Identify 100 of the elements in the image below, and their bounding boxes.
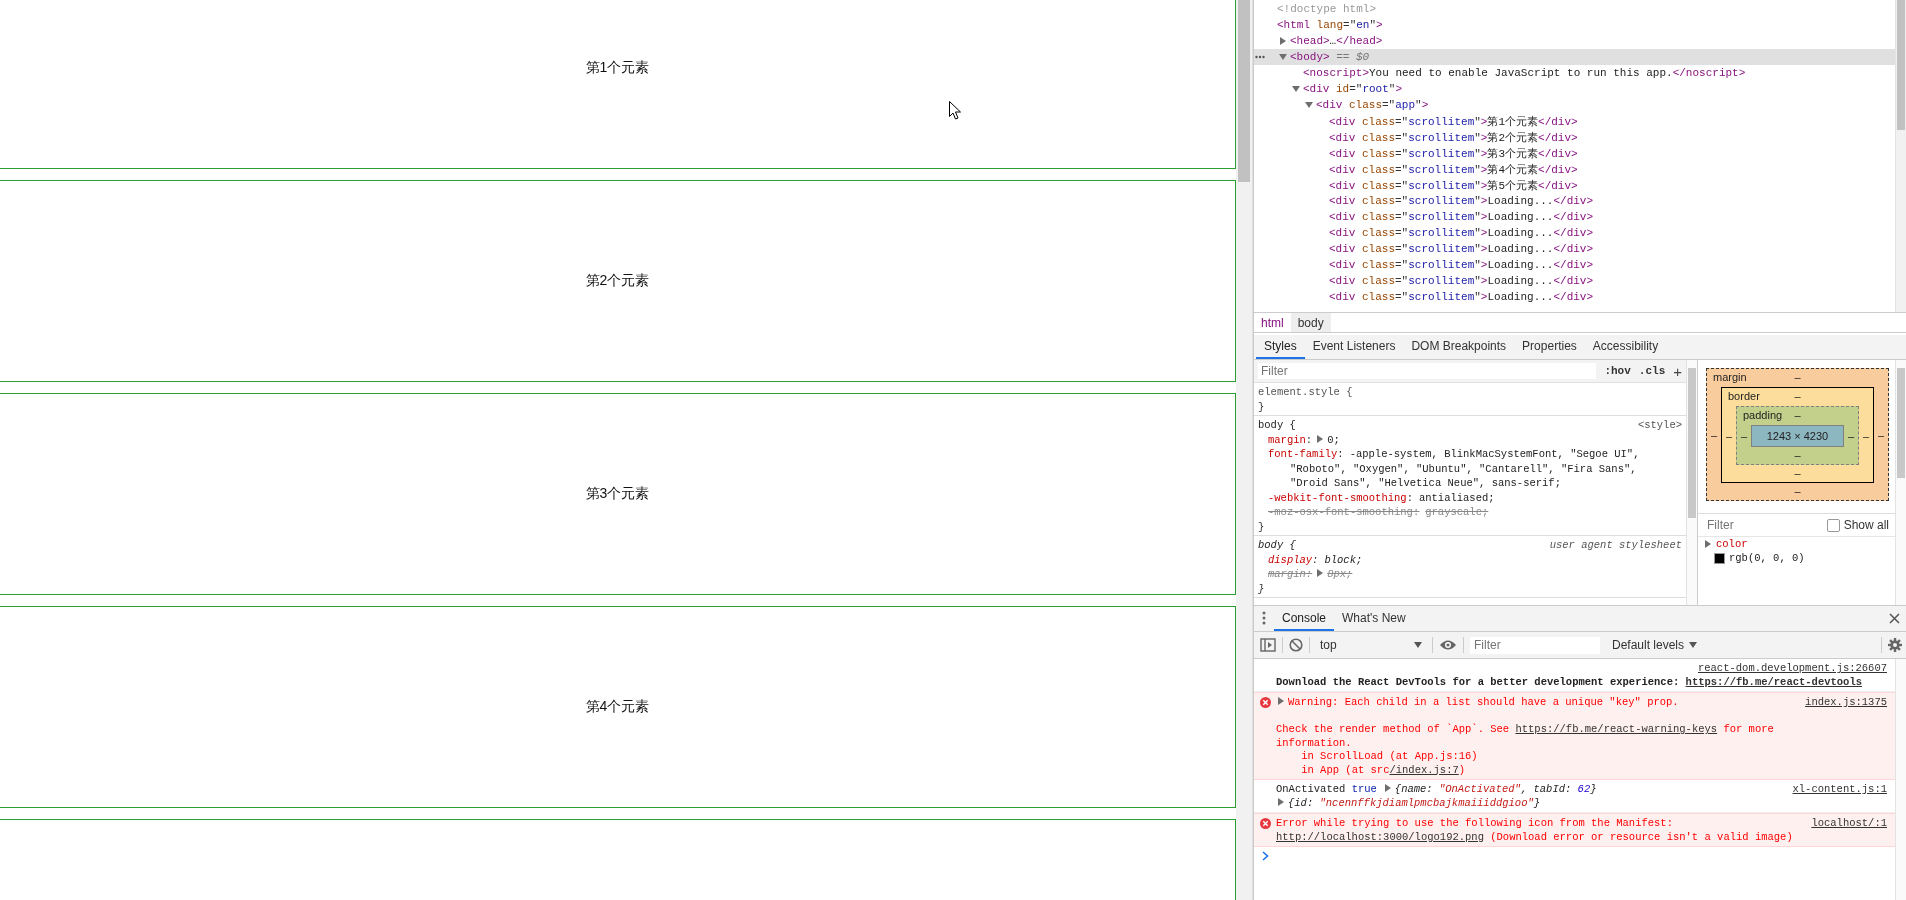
dom-node-row[interactable]: <div class="scrollitem">Loading...</div> xyxy=(1254,241,1895,257)
dom-node-text: <div class="scrollitem">Loading...</div> xyxy=(1329,211,1594,223)
eye-icon[interactable] xyxy=(1439,639,1457,651)
source-link[interactable]: localhost/:1 xyxy=(1811,817,1887,831)
breadcrumb[interactable]: body xyxy=(1290,313,1331,332)
expand-triangle-icon[interactable] xyxy=(1277,797,1285,806)
css-property-value: antialiased; xyxy=(1418,491,1495,504)
dom-node-text: <html lang="en"> xyxy=(1277,19,1383,31)
source-link[interactable]: react-dom.development.js:26607 xyxy=(1697,662,1887,674)
dom-node-row[interactable]: <body> == $0 xyxy=(1254,49,1895,65)
css-property-value: -apple-system, BlinkMacSystemFont, "Segoe UI", xyxy=(1349,448,1640,460)
expand-triangle-icon[interactable] xyxy=(1383,784,1392,792)
link[interactable]: https://fb.me/react-devtools xyxy=(1685,675,1862,688)
expand-triangle-icon[interactable] xyxy=(1279,53,1287,61)
dom-node-row[interactable]: <div class="scrollitem">Loading...</div> xyxy=(1254,209,1895,225)
css-selector: body { xyxy=(1258,418,1296,433)
dom-node-text: <div class="scrollitem">Loading...</div> xyxy=(1329,227,1594,239)
dom-node-row[interactable]: <div class="scrollitem">Loading...</div> xyxy=(1254,225,1895,241)
prompt-chevron-icon[interactable] xyxy=(1261,851,1269,861)
toggle-button[interactable]: :hov xyxy=(1604,365,1631,377)
error-icon xyxy=(1259,818,1271,829)
dom-node-text: <head>…</head> xyxy=(1290,35,1383,47)
expand-triangle-icon[interactable] xyxy=(1305,101,1313,109)
css-property-name: display: xyxy=(1268,553,1319,566)
item-label: 第4个元素 xyxy=(585,698,650,716)
dom-node-row[interactable]: <div id="root"> xyxy=(1254,81,1895,97)
dom-node-row[interactable]: <div class="scrollitem">Loading...</div> xyxy=(1254,257,1895,273)
show-all-checkbox[interactable]: Show all xyxy=(1826,518,1889,532)
source-link[interactable]: index.js:1375 xyxy=(1805,696,1887,710)
css-property-value: rgb(0, 0, 0) xyxy=(1729,552,1805,564)
caret-icon xyxy=(1689,642,1698,648)
clear-icon[interactable] xyxy=(1289,638,1303,652)
content-size-box: 1243 × 4230 xyxy=(1751,425,1844,447)
box-value: – xyxy=(1794,449,1801,461)
box-value: – xyxy=(1794,390,1801,404)
box-value: – xyxy=(1724,429,1734,442)
error-icon xyxy=(1259,697,1271,708)
panel-tab[interactable]: Accessibility xyxy=(1584,335,1667,359)
panel-tab[interactable]: Event Listeners xyxy=(1304,335,1404,359)
dom-node-row[interactable]: <head>…</head> xyxy=(1254,33,1895,49)
box-value: – xyxy=(1794,485,1801,497)
log-levels-dropdown[interactable]: Default levels xyxy=(1612,638,1698,652)
filter-field[interactable]: Filter xyxy=(1470,636,1600,654)
scrollbar-thumb[interactable] xyxy=(1897,0,1905,130)
link[interactable]: http://localhost:3000/logo192.png xyxy=(1276,830,1484,843)
box-value: – xyxy=(1794,467,1801,479)
cursor-icon xyxy=(949,101,961,120)
close-icon[interactable] xyxy=(1889,613,1900,624)
dom-node-text: <body> == $0 xyxy=(1290,51,1370,63)
scrollbar-thumb[interactable] xyxy=(1897,368,1905,478)
scrollbar-thumb[interactable] xyxy=(1688,368,1696,518)
dom-node-text: <div class="scrollitem">Loading...</div> xyxy=(1329,275,1594,287)
breadcrumb[interactable]: html xyxy=(1254,313,1291,332)
item-label: 第1个元素 xyxy=(585,59,650,77)
link[interactable]: /index.js:7 xyxy=(1389,763,1459,776)
dom-node-text: <div id="root"> xyxy=(1303,83,1403,95)
box-value: – xyxy=(1861,429,1871,442)
panel-tab[interactable]: DOM Breakpoints xyxy=(1403,335,1515,359)
css-property-name: -webkit-font-smoothing: xyxy=(1268,491,1413,504)
expand-triangle-icon[interactable] xyxy=(1277,697,1285,705)
stylesheet-source[interactable]: <style> xyxy=(1637,418,1682,433)
css-property-name: -moz-osx-font-smoothing: xyxy=(1268,506,1420,518)
dom-node-row[interactable]: <div class="scrollitem">第2个元素</div> xyxy=(1254,129,1895,145)
dom-node-row[interactable]: <div class="scrollitem">第3个元素</div> xyxy=(1254,145,1895,161)
sidebar-toggle-icon[interactable] xyxy=(1260,638,1276,652)
dom-node-text: <div class="scrollitem">第5个元素</div> xyxy=(1329,178,1578,193)
panel-tab[interactable]: Properties xyxy=(1514,335,1585,359)
expand-triangle-icon[interactable] xyxy=(1292,85,1300,93)
dom-node-row[interactable]: <div class="app"> xyxy=(1254,97,1895,113)
new-rule-button[interactable]: + xyxy=(1673,362,1682,380)
dom-node-row[interactable]: <div class="scrollitem">第4个元素</div> xyxy=(1254,161,1895,177)
link[interactable]: https://fb.me/react-warning-keys xyxy=(1515,723,1718,735)
expand-triangle-icon[interactable] xyxy=(1279,37,1287,45)
dom-node-text: <div class="scrollitem">第2个元素</div> xyxy=(1329,130,1578,145)
dom-node-row[interactable]: <div class="scrollitem">Loading...</div> xyxy=(1254,273,1895,289)
dom-node-text: <div class="scrollitem">Loading...</div> xyxy=(1329,195,1594,207)
scrollbar-thumb[interactable] xyxy=(1238,0,1250,182)
more-options-icon[interactable] xyxy=(1262,611,1266,625)
expand-triangle-icon[interactable] xyxy=(1704,540,1712,548)
box-value: – xyxy=(1794,371,1801,385)
source-link[interactable]: xl-content.js:1 xyxy=(1792,783,1887,797)
drawer-tab[interactable]: What's New xyxy=(1334,606,1414,631)
stylesheet-source: user agent stylesheet xyxy=(1549,538,1682,553)
filter-field[interactable]: Filter xyxy=(1258,363,1597,379)
dom-node-text: <div class="scrollitem">Loading...</div> xyxy=(1329,259,1594,271)
dom-node-text: <div class="scrollitem">Loading...</div> xyxy=(1329,291,1594,303)
dom-node-row[interactable]: <div class="scrollitem">Loading...</div> xyxy=(1254,193,1895,209)
dom-node-row[interactable]: <html lang="en"> xyxy=(1254,17,1895,33)
dom-node-row[interactable]: <div class="scrollitem">第1个元素</div> xyxy=(1254,113,1895,129)
dom-node-row[interactable]: <noscript>You need to enable JavaScript to run this app.</noscript> xyxy=(1254,65,1895,81)
dom-node-row[interactable]: <div class="scrollitem">第5个元素</div> xyxy=(1254,177,1895,193)
dom-node-text: <div class="scrollitem">第4个元素</div> xyxy=(1329,162,1578,177)
ellipsis-icon[interactable] xyxy=(1255,55,1265,59)
dom-node-row[interactable]: <div class="scrollitem">Loading...</div> xyxy=(1254,289,1895,305)
css-property-name: font-family: xyxy=(1268,448,1344,460)
expand-triangle-icon[interactable] xyxy=(1316,434,1325,443)
settings-icon[interactable] xyxy=(1888,638,1902,652)
context-dropdown[interactable]: top xyxy=(1316,638,1426,652)
expand-triangle-icon[interactable] xyxy=(1316,569,1325,577)
toggle-button[interactable]: .cls xyxy=(1638,365,1666,377)
